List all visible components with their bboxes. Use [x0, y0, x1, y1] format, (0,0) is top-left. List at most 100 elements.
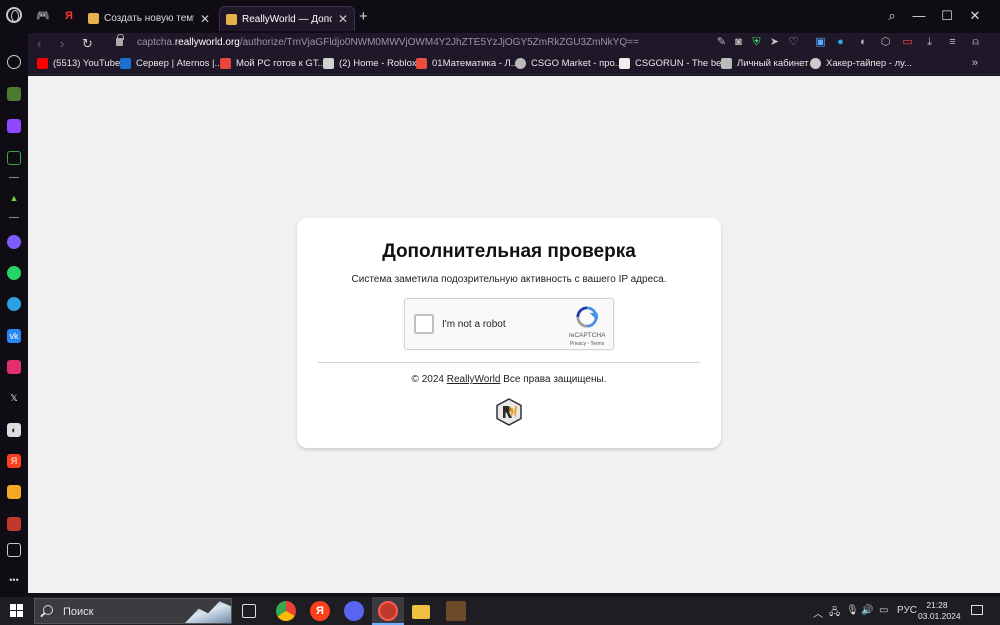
maximize-button[interactable]: ☐ [940, 8, 954, 24]
bookmark-youtube[interactable]: (5513) YouTube [37, 58, 120, 69]
microphone-icon[interactable]: 🎙 [846, 605, 859, 616]
mail-icon[interactable] [7, 485, 21, 499]
back-button[interactable]: ‹ [37, 36, 41, 51]
twitch-icon[interactable] [7, 119, 21, 133]
discord-icon[interactable]: ◐ [7, 423, 21, 437]
more-options-icon[interactable]: ••• [7, 573, 21, 587]
forward-button[interactable]: › [60, 36, 64, 51]
search-highlight-image [185, 601, 231, 623]
language-indicator[interactable]: РУС [897, 605, 917, 616]
chrome-icon[interactable] [276, 601, 296, 621]
volume-icon[interactable]: 🔊 [861, 605, 873, 616]
page-title: Дополнительная проверка [382, 241, 636, 262]
url-field[interactable]: captcha.reallyworld.org/authorize/TmVjaG… [137, 37, 639, 48]
edit-icon[interactable]: ✎ [715, 36, 728, 49]
recaptcha-privacy-terms-link[interactable]: Privacy - Terms [560, 341, 614, 347]
bookmark-site-icon [220, 58, 231, 69]
tab-create-topic[interactable]: Создать новую тему - ReallyWorld ✕ [82, 6, 216, 31]
bookmarks-bar: (5513) YouTube Сервер | Aternos |... Мой… [28, 54, 1000, 75]
bookmark-aternos[interactable]: Сервер | Aternos |... [120, 58, 222, 69]
tab-title: ReallyWorld — Дополнительная проверка [242, 13, 332, 25]
x-twitter-icon[interactable]: 𝕏 [7, 391, 21, 405]
recaptcha-logo-icon [576, 306, 598, 328]
gx-corner-icon[interactable] [7, 87, 21, 101]
bookmark-hacker-typer[interactable]: Хакер-тайпер - лу... [810, 58, 912, 69]
send-icon[interactable]: ➤ [768, 36, 781, 49]
copyright-footer: © 2024 ReallyWorld Все права защищены. [411, 374, 607, 385]
close-window-button[interactable]: ✕ [968, 8, 982, 24]
bookmark-csgorun[interactable]: CSGORUN - The be... [619, 58, 729, 69]
yandex-tab-icon[interactable]: Я [62, 9, 76, 23]
battery-icon[interactable]: ▭ [879, 605, 888, 616]
gx-control-icon[interactable] [7, 151, 21, 165]
bookmark-roblox[interactable]: (2) Home - Roblox [323, 58, 417, 69]
tab-strip: 🎮 Я Создать новую тему - ReallyWorld ✕ R… [0, 0, 1000, 33]
cube-icon[interactable]: ⬡ [879, 36, 892, 49]
bookmark-pc-gta[interactable]: Мой PC готов к GT... [220, 58, 326, 69]
new-tab-button[interactable]: + [359, 8, 368, 25]
roblox-icon [323, 58, 334, 69]
bookmark-site-icon [416, 58, 427, 69]
camera-icon[interactable]: ◙ [732, 36, 745, 49]
gallery-icon[interactable] [7, 543, 21, 557]
sidebar-divider [9, 217, 19, 218]
clock-date: 03.01.2024 [918, 611, 961, 621]
whatsapp-icon[interactable] [7, 266, 21, 280]
adblock-shield-icon[interactable]: ⛨ [750, 36, 763, 49]
recaptcha-widget: I'm not a robot reCAPTCHA Privacy - Term… [404, 298, 614, 350]
bookmark-csgo-market[interactable]: CSGO Market - про... [515, 58, 623, 69]
opera-menu-icon[interactable] [6, 7, 22, 23]
lock-icon[interactable] [116, 34, 124, 46]
translate-extension-icon[interactable]: ▣ [814, 36, 827, 49]
vpn-extension-icon[interactable]: ● [834, 36, 847, 49]
bookmark-personal-account[interactable]: Личный кабинет [721, 58, 808, 69]
profile-icon[interactable]: ⍝ [969, 36, 982, 49]
aternos-icon [120, 58, 131, 69]
verification-card: Дополнительная проверка Система заметила… [297, 218, 721, 448]
aria-icon[interactable]: ▲ [7, 191, 21, 205]
page-scrollbar[interactable] [988, 76, 1000, 593]
vk-icon[interactable]: vk [7, 329, 21, 343]
recaptcha-checkbox[interactable] [414, 314, 434, 334]
bookmark-math[interactable]: 01Математика - Л... [416, 58, 519, 69]
easy-setup-icon[interactable]: ≡ [946, 36, 959, 49]
speed-dial-icon[interactable] [7, 55, 21, 69]
notifications-icon[interactable] [971, 605, 983, 615]
gamepad-icon[interactable]: 🎮 [36, 9, 50, 23]
opera-gx-icon [378, 601, 398, 621]
recaptcha-brand: reCAPTCHA [568, 332, 606, 339]
yandex-icon[interactable]: Я [7, 454, 21, 468]
taskbar-clock[interactable]: 21:28 03.01.2024 [918, 600, 961, 622]
messenger-icon[interactable] [7, 235, 21, 249]
show-hidden-icons[interactable]: ︿ [813, 605, 823, 620]
browser-window: 🎮 Я Создать новую тему - ReallyWorld ✕ R… [0, 0, 1000, 597]
discord-taskbar-icon[interactable] [344, 601, 364, 621]
heart-icon[interactable]: ♡ [787, 36, 800, 49]
network-icon[interactable]: 🖧 [829, 605, 840, 622]
opera-gx-taskbar-button[interactable] [372, 597, 404, 625]
minimize-button[interactable]: — [912, 8, 926, 23]
search-tabs-icon[interactable]: ⌕ [885, 8, 899, 24]
verification-message: Система заметила подозрительную активнос… [351, 274, 667, 285]
extension-icon[interactable]: ◐ [857, 36, 870, 49]
download-icon[interactable]: ⤓ [923, 36, 936, 49]
close-tab-icon[interactable]: ✕ [338, 12, 348, 26]
csgorun-icon [619, 58, 630, 69]
close-tab-icon[interactable]: ✕ [200, 12, 210, 26]
address-bar-row: ‹ › ↻ captcha.reallyworld.org/authorize/… [28, 33, 1000, 54]
reload-button[interactable]: ↻ [82, 36, 93, 52]
tab-reallyworld-captcha[interactable]: ReallyWorld — Дополнительная проверка ✕ [219, 6, 355, 31]
cast-icon[interactable]: ▭ [901, 36, 914, 49]
reallyworld-link[interactable]: ReallyWorld [447, 374, 501, 385]
more-bookmarks-icon[interactable]: » [972, 57, 978, 69]
instagram-icon[interactable] [7, 360, 21, 374]
yandex-browser-icon[interactable]: Я [310, 601, 330, 621]
task-view-icon[interactable] [242, 604, 256, 618]
telegram-icon[interactable] [7, 297, 21, 311]
app-icon[interactable] [7, 517, 21, 531]
file-explorer-icon[interactable] [412, 605, 430, 619]
taskbar-search-box[interactable]: Поиск [34, 598, 232, 624]
bookmark-site-icon [810, 58, 821, 69]
minecraft-icon[interactable] [446, 601, 466, 621]
windows-start-icon[interactable] [10, 604, 24, 618]
